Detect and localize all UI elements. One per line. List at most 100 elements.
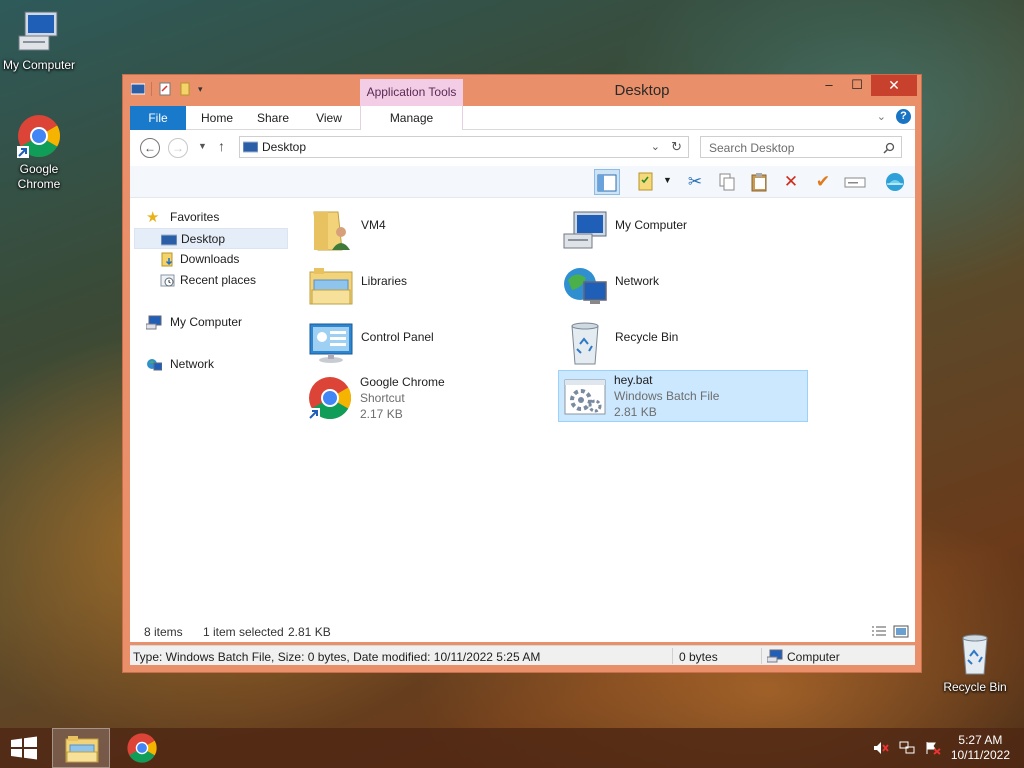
- rename-icon: [844, 177, 866, 188]
- title-bar[interactable]: ▾ Application Tools Desktop – ☐ ✕: [123, 75, 921, 106]
- file-size: 2.81 KB: [614, 405, 657, 419]
- network-status-icon[interactable]: [899, 741, 915, 755]
- copy-button[interactable]: [714, 169, 740, 195]
- downloads-folder-icon: [161, 252, 173, 267]
- sidebar-item-label: Downloads: [180, 252, 240, 266]
- details-view-icon[interactable]: [871, 625, 887, 638]
- rename-button[interactable]: [842, 169, 868, 195]
- sidebar-item-my-computer[interactable]: My Computer: [134, 312, 288, 333]
- batch-file-icon: [564, 379, 606, 415]
- up-button[interactable]: ↑: [218, 138, 225, 154]
- forward-button[interactable]: →: [168, 138, 188, 158]
- sidebar-item-label: My Computer: [170, 315, 243, 329]
- ribbon-tabs: File Home Share View Manage ⌄ ?: [130, 106, 915, 130]
- file-name: Control Panel: [361, 330, 434, 344]
- file-item-control-panel[interactable]: Control Panel: [306, 317, 556, 369]
- address-dropdown-icon[interactable]: ⌄: [651, 140, 660, 153]
- globe-shell-icon: [886, 173, 904, 191]
- tab-share[interactable]: Share: [248, 106, 298, 130]
- navigation-pane: ★ Favorites Desktop Downloads Recent pla…: [130, 198, 290, 628]
- back-button[interactable]: ←: [140, 138, 160, 158]
- maximize-button[interactable]: ☐: [843, 75, 871, 96]
- file-item-recycle-bin[interactable]: Recycle Bin: [560, 317, 810, 369]
- tab-file[interactable]: File: [130, 106, 186, 130]
- address-bar[interactable]: Desktop ⌄ ↻: [239, 136, 689, 158]
- taskbar: 5:27 AM 10/11/2022: [0, 728, 1024, 768]
- file-name: Google Chrome: [360, 375, 445, 389]
- copy-icon: [719, 173, 735, 191]
- desktop-icon-label: My Computer: [2, 58, 76, 72]
- properties-dropdown-icon[interactable]: ▼: [663, 175, 672, 185]
- shell-button[interactable]: [882, 169, 908, 195]
- control-panel-icon: [309, 323, 353, 363]
- close-button[interactable]: ✕: [871, 75, 917, 96]
- file-item-hey-bat[interactable]: hey.bat Windows Batch File 2.81 KB: [558, 370, 808, 422]
- windows-logo-icon: [11, 736, 37, 760]
- details-bar: Type: Windows Batch File, Size: 0 bytes,…: [130, 645, 915, 665]
- file-size: 2.17 KB: [360, 407, 403, 421]
- file-item-vm4[interactable]: VM4: [306, 205, 556, 257]
- desktop-icon-recycle-bin[interactable]: Recycle Bin: [933, 630, 1017, 695]
- minimize-button[interactable]: –: [815, 75, 843, 96]
- action-center-flag-icon[interactable]: [925, 741, 941, 755]
- command-toolbar: ▼ ✂ ✕ ✔: [130, 166, 915, 198]
- file-item-network[interactable]: Network: [560, 261, 810, 313]
- file-name: Libraries: [361, 274, 408, 288]
- recycle-bin-icon: [571, 322, 599, 365]
- tab-view[interactable]: View: [304, 106, 354, 130]
- taskbar-chrome-button[interactable]: [126, 732, 160, 764]
- file-item-my-computer[interactable]: My Computer: [560, 205, 810, 257]
- file-item-google-chrome[interactable]: Google Chrome Shortcut 2.17 KB: [305, 372, 555, 424]
- select-button[interactable]: ✔: [810, 169, 836, 195]
- desktop-icon-my-computer[interactable]: My Computer: [0, 8, 81, 73]
- start-button[interactable]: [10, 736, 38, 760]
- delete-button[interactable]: ✕: [778, 169, 804, 195]
- details-text: Type: Windows Batch File, Size: 0 bytes,…: [133, 650, 541, 664]
- file-item-libraries[interactable]: Libraries: [306, 261, 556, 313]
- recent-locations-icon[interactable]: ▼: [198, 141, 207, 151]
- paste-icon: [751, 173, 767, 192]
- desktop-icon-google-chrome[interactable]: Google Chrome: [0, 112, 81, 192]
- properties-button[interactable]: [632, 169, 658, 195]
- paste-button[interactable]: [746, 169, 772, 195]
- sidebar-item-favorites[interactable]: ★ Favorites: [134, 207, 288, 228]
- search-input[interactable]: Search Desktop: [700, 136, 902, 158]
- help-icon[interactable]: ?: [896, 109, 911, 124]
- search-placeholder: Search Desktop: [709, 141, 795, 155]
- tab-home[interactable]: Home: [192, 106, 242, 130]
- computer-icon: [146, 315, 162, 330]
- preview-pane-button[interactable]: [594, 169, 620, 195]
- sidebar-item-downloads[interactable]: Downloads: [134, 249, 288, 270]
- tab-manage[interactable]: Manage: [360, 106, 463, 130]
- sidebar-item-network[interactable]: Network: [134, 354, 288, 375]
- sidebar-item-label: Favorites: [170, 210, 220, 224]
- system-tray-icons: [873, 741, 941, 755]
- file-name: VM4: [361, 218, 386, 232]
- recycle-bin-icon: [951, 630, 999, 678]
- network-icon: [147, 359, 162, 371]
- speaker-muted-icon[interactable]: [873, 741, 889, 755]
- file-name: My Computer: [615, 218, 688, 232]
- desktop-icon: [161, 234, 177, 246]
- file-type: Windows Batch File: [614, 389, 720, 403]
- sidebar-item-recent-places[interactable]: Recent places: [134, 270, 288, 291]
- expand-ribbon-icon[interactable]: ⌄: [877, 110, 886, 123]
- desktop-icon-label: Recycle Bin: [943, 680, 1007, 694]
- sidebar-item-label: Network: [170, 357, 215, 371]
- window-title: Desktop: [614, 82, 670, 99]
- taskbar-explorer-button[interactable]: [52, 728, 110, 768]
- large-icons-view-icon[interactable]: [893, 625, 909, 638]
- preview-pane-icon: [597, 174, 617, 192]
- sidebar-item-desktop[interactable]: Desktop: [134, 228, 288, 249]
- file-name: Network: [615, 274, 660, 288]
- user-folder-icon: [313, 211, 350, 251]
- star-icon: ★: [146, 209, 160, 226]
- sidebar-item-label: Recent places: [180, 273, 257, 287]
- computer-icon: [767, 649, 783, 663]
- refresh-icon[interactable]: ↻: [671, 139, 682, 155]
- desktop-icon: [243, 141, 258, 153]
- cut-button[interactable]: ✂: [682, 169, 708, 195]
- sidebar-item-label: Desktop: [181, 232, 226, 246]
- desktop-icon-label: Google Chrome: [17, 162, 61, 191]
- clock[interactable]: 5:27 AM 10/11/2022: [951, 733, 1010, 763]
